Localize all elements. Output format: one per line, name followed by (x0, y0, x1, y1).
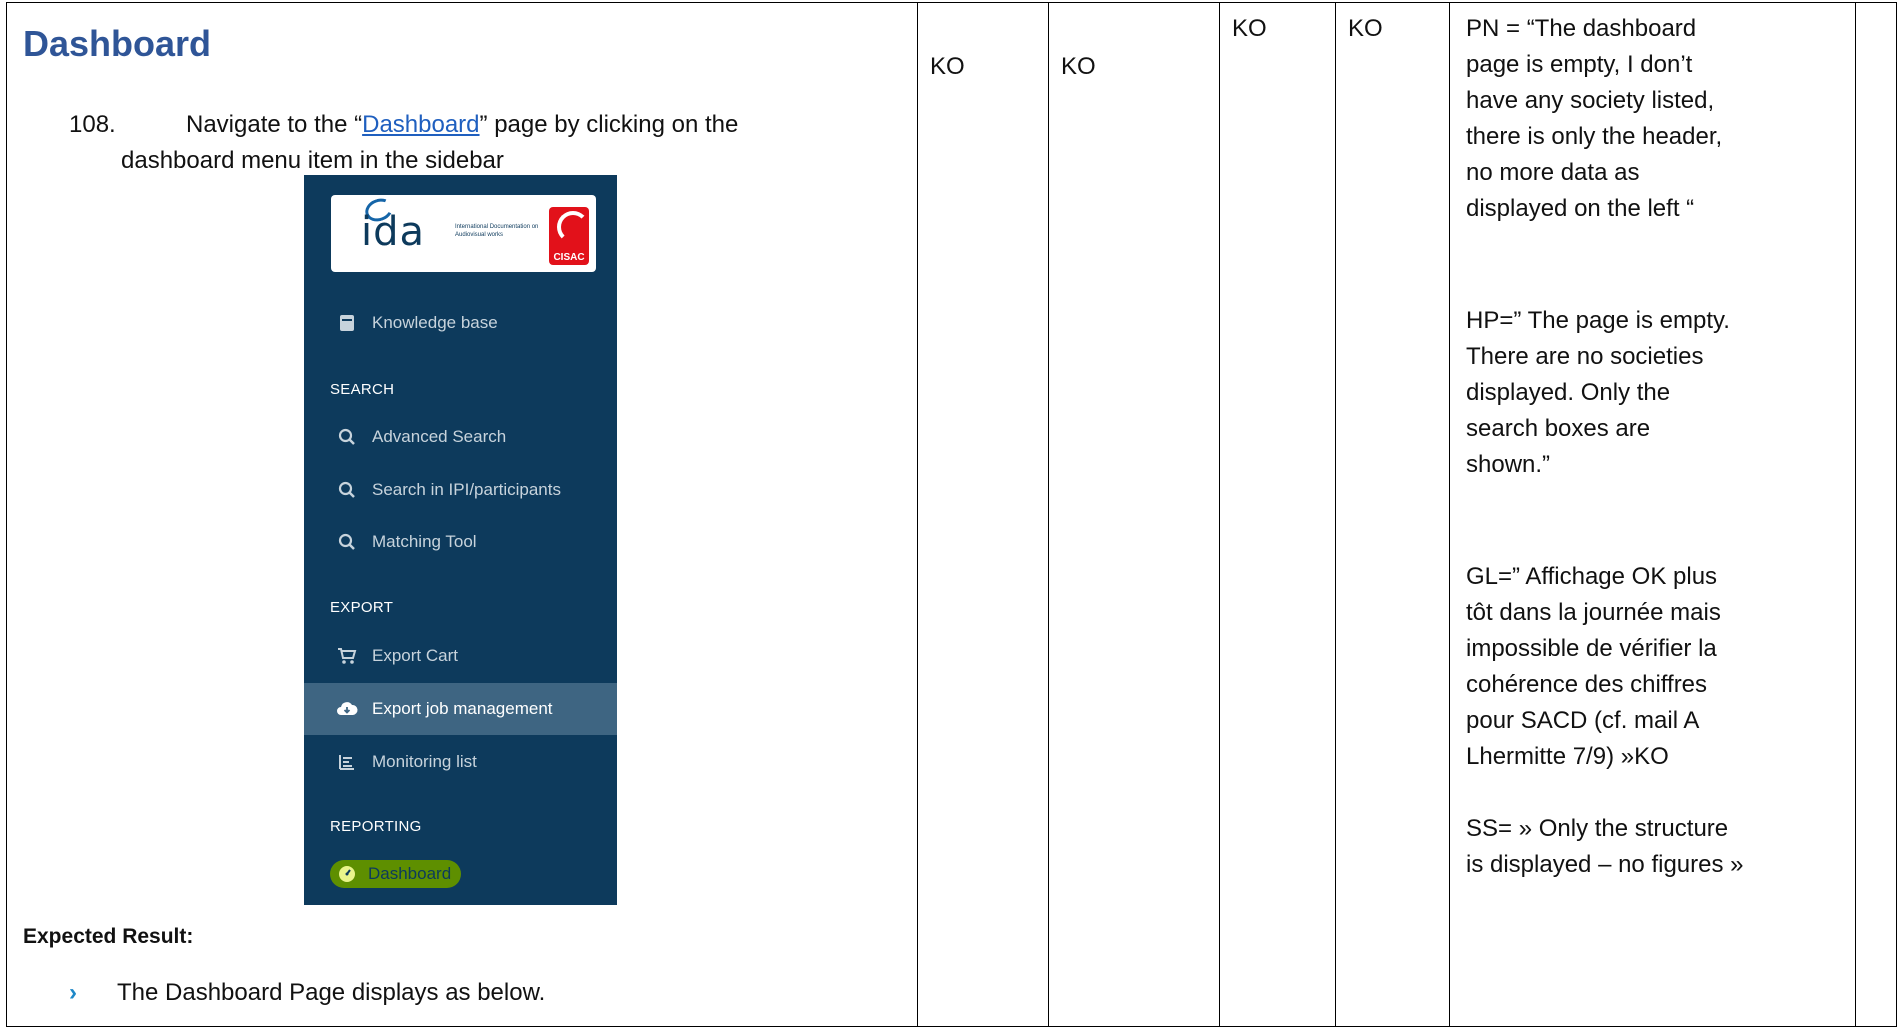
sidebar-item-matching-tool[interactable]: Matching Tool (304, 516, 617, 568)
step-number: 108. (69, 111, 116, 138)
cisac-arc-icon (557, 211, 589, 243)
ida-logo-text: ida (361, 209, 426, 255)
expected-result-heading: Expected Result: (23, 925, 194, 948)
step-text-line2: dashboard menu item in the sidebar (121, 147, 504, 174)
expected-result-text: The Dashboard Page displays as below. (117, 979, 546, 1006)
sidebar-section-search: SEARCH (330, 381, 395, 398)
sidebar-item-label: Dashboard (368, 864, 452, 883)
section-heading: Dashboard (23, 23, 212, 64)
comments-cell: PN = “The dashboard page is empty, I don… (1449, 2, 1856, 1027)
cloud-download-icon (336, 698, 358, 720)
sidebar-section-reporting: REPORTING (330, 818, 422, 835)
comment-gl-line: pour SACD (cf. mail A (1466, 707, 1700, 734)
ida-logo-subtitle: International Documentation on Audiovisu… (455, 224, 539, 238)
result-c: KO (1232, 15, 1267, 42)
sidebar-screenshot: ida International Documentation on Audio… (304, 175, 617, 905)
result-d: KO (1348, 15, 1383, 42)
cisac-logo: CISAC (549, 207, 589, 265)
comment-gl-line: GL=” Affichage OK plus (1466, 563, 1718, 590)
comment-pn-line: displayed on the left “ (1466, 195, 1695, 222)
sidebar-item-label: Search in IPI/participants (372, 480, 561, 499)
result-b: KO (1061, 53, 1096, 80)
sidebar-item-search-ipi[interactable]: Search in IPI/participants (304, 464, 617, 516)
comment-gl-line: tôt dans la journée mais (1466, 599, 1721, 626)
dashboard-link[interactable]: Dashboard (362, 111, 479, 138)
search-icon (336, 479, 358, 501)
sidebar-item-advanced-search[interactable]: Advanced Search (304, 411, 617, 463)
search-icon (336, 531, 358, 553)
comment-hp-line: displayed. Only the (1466, 379, 1671, 406)
chevron-right-icon: › (69, 979, 77, 1006)
result-cell-b: KO (1048, 2, 1220, 1027)
sidebar-section-export: EXPORT (330, 599, 394, 616)
sidebar-item-label: Matching Tool (372, 532, 477, 551)
step-text-pre: Navigate to the “ (186, 111, 363, 138)
search-icon (336, 426, 358, 448)
comment-hp-line: There are no societies (1466, 343, 1704, 370)
comment-gl-line: impossible de vérifier la (1466, 635, 1717, 662)
comment-ss-line: SS= » Only the structure (1466, 815, 1729, 842)
result-cell-d: KO (1335, 2, 1450, 1027)
sidebar-item-label: Knowledge base (372, 313, 498, 332)
step-instruction: 108. Navigate to the “Dashboard” page by … (69, 107, 889, 179)
dashboard-highlight: Dashboard (330, 860, 462, 888)
sidebar-item-knowledge-base[interactable]: Knowledge base (304, 297, 617, 349)
sidebar-item-export-job-management[interactable]: Export job management (304, 683, 617, 735)
comment-gl-line: Lhermitte 7/9) »KO (1466, 743, 1669, 770)
step-text-post: ” page by clicking on the (479, 111, 739, 138)
comment-hp-line: shown.” (1466, 451, 1551, 478)
cart-icon (336, 645, 358, 667)
comment-hp-line: search boxes are (1466, 415, 1651, 442)
result-cell-a: KO (917, 2, 1049, 1027)
sidebar-item-label: Export Cart (372, 646, 458, 665)
list-icon (336, 751, 358, 773)
comment-gl-line: cohérence des chiffres (1466, 671, 1708, 698)
test-case-table: Dashboard 108. Navigate to the “Dashboard… (6, 2, 1897, 1027)
step-cell: Dashboard 108. Navigate to the “Dashboard… (6, 2, 918, 1027)
comment-pn-line: there is only the header, (1466, 123, 1723, 150)
dashboard-icon (336, 863, 358, 885)
sidebar-item-dashboard[interactable]: Dashboard (304, 848, 617, 900)
comment-pn-line: page is empty, I don’t (1466, 51, 1693, 78)
expected-result-bullet: › The Dashboard Page displays as below. (69, 979, 545, 1007)
comments: PN = “The dashboard page is empty, I don… (1466, 11, 1826, 883)
ida-cisac-logo: ida International Documentation on Audio… (331, 194, 596, 272)
comment-ss-line: is displayed – no figures » (1466, 851, 1744, 878)
comment-pn-line: no more data as (1466, 159, 1640, 186)
cisac-logo-text: CISAC (553, 252, 585, 263)
sidebar-item-label: Monitoring list (372, 752, 477, 771)
result-cell-c: KO (1219, 2, 1336, 1027)
sidebar-item-label: Advanced Search (372, 427, 507, 446)
book-icon (336, 312, 358, 334)
empty-cell (1855, 2, 1897, 1027)
result-a: KO (930, 53, 965, 80)
comment-pn-line: PN = “The dashboard (1466, 15, 1697, 42)
sidebar-item-monitoring-list[interactable]: Monitoring list (304, 736, 617, 788)
comment-pn-line: have any society listed, (1466, 87, 1715, 114)
sidebar-item-export-cart[interactable]: Export Cart (304, 630, 617, 682)
sidebar-item-label: Export job management (372, 699, 553, 718)
comment-hp-line: HP=” The page is empty. (1466, 307, 1730, 334)
